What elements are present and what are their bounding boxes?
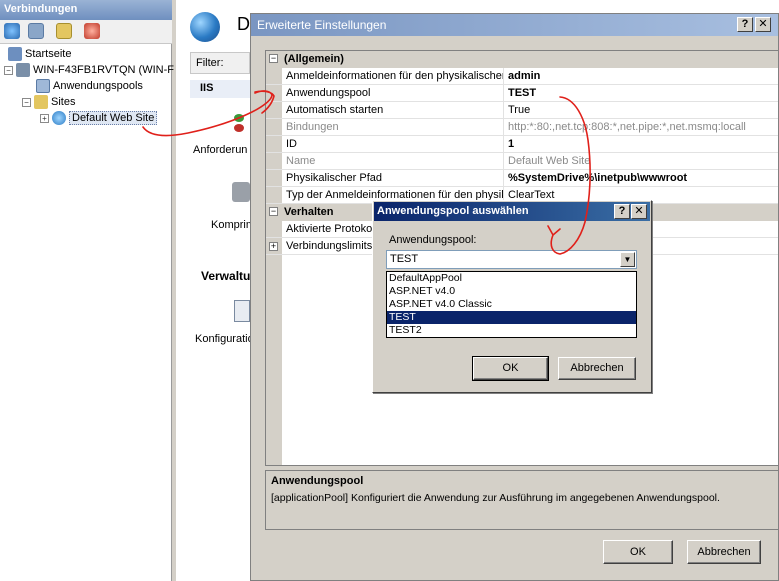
property-name: Name (284, 153, 504, 170)
property-name: Anmeldeinformationen für den physikalisc… (284, 68, 504, 85)
tree-item-app-pools[interactable]: Anwendungspools (36, 78, 143, 94)
property-value[interactable]: Default Web Site (506, 153, 778, 170)
property-row[interactable]: Anmeldeinformationen für den physikalisc… (266, 68, 778, 85)
property-row[interactable]: Automatisch starten True (266, 102, 778, 119)
description-panel: Anwendungspool [applicationPool] Konfigu… (265, 470, 779, 530)
property-row[interactable]: ID 1 (266, 136, 778, 153)
collapse-icon[interactable]: − (4, 65, 13, 75)
feature-configuration[interactable]: Konfiguratio (195, 333, 254, 345)
site-globe-icon (190, 12, 220, 42)
sites-folder-icon (34, 95, 48, 110)
collapse-icon[interactable]: − (269, 54, 278, 63)
property-value[interactable]: TEST (506, 85, 778, 102)
property-name: Automatisch starten (284, 102, 504, 119)
connections-pane: Verbindungen Startseite − WIN-F43FB1RVTQN… (0, 0, 174, 581)
close-icon[interactable]: ✕ (755, 17, 771, 32)
description-title: Anwendungspool (271, 475, 364, 487)
filter-label: Filter: (196, 57, 224, 69)
pool-option[interactable]: TEST (387, 311, 636, 324)
app-pool-combobox[interactable]: TEST ▼ (386, 250, 637, 269)
combobox-value: TEST (390, 253, 419, 265)
app-pools-icon (36, 79, 50, 94)
filter-bar: Filter: (190, 52, 250, 74)
property-value[interactable]: 1 (506, 136, 778, 153)
property-value[interactable]: %SystemDrive%\inetpub\wwwroot (506, 170, 778, 187)
property-row[interactable]: Name Default Web Site (266, 153, 778, 170)
status-ok-icon (234, 114, 244, 122)
property-row[interactable]: Anwendungspool TEST (266, 85, 778, 102)
expand-icon[interactable]: + (269, 242, 278, 251)
pool-option[interactable]: DefaultAppPool (387, 272, 636, 285)
pool-option[interactable]: ASP.NET v4.0 Classic (387, 298, 636, 311)
property-value[interactable]: True (506, 102, 778, 119)
app-pool-dropdown-list[interactable]: DefaultAppPool ASP.NET v4.0 ASP.NET v4.0 C… (386, 271, 637, 338)
connections-header: Verbindungen (0, 0, 172, 20)
dialog-title-bar: Erweiterte Einstellungen ? ✕ (251, 14, 778, 36)
server-icon (16, 63, 30, 78)
management-group-header: Verwaltu (201, 269, 251, 283)
globe-icon (52, 111, 66, 126)
up-folder-icon[interactable] (56, 23, 72, 39)
connect-globe-icon[interactable] (4, 23, 20, 39)
pool-option[interactable]: TEST2 (387, 324, 636, 337)
category-general[interactable]: − (Allgemein) (266, 51, 778, 68)
property-name: ID (284, 136, 504, 153)
property-row[interactable]: Bindungen http:*:80:,net.tcp:808:*,net.pi… (266, 119, 778, 136)
start-page-icon (8, 47, 22, 62)
help-icon[interactable]: ? (614, 204, 630, 219)
property-row[interactable]: Physikalischer Pfad %SystemDrive%\inetpub… (266, 170, 778, 187)
ok-button[interactable]: OK (603, 540, 673, 564)
configuration-icon (234, 300, 250, 322)
tree-item-default-web-site[interactable]: + Default Web Site (40, 110, 158, 126)
dropdown-arrow-icon[interactable]: ▼ (620, 252, 635, 267)
feature-compression[interactable]: Komprim (211, 219, 255, 231)
property-name: Bindungen (284, 119, 504, 136)
expand-icon[interactable]: + (40, 113, 49, 123)
property-name: Physikalischer Pfad (284, 170, 504, 187)
select-app-pool-dialog: Anwendungspool auswählen ? ✕ Anwendungsp… (372, 200, 652, 393)
tree-item-server[interactable]: − WIN-F43FB1RVTQN (WIN-F (4, 62, 174, 78)
page-title: D (237, 14, 250, 34)
pool-dialog-title: Anwendungspool auswählen (377, 205, 529, 217)
pool-ok-button[interactable]: OK (472, 356, 549, 381)
disconnect-icon[interactable] (84, 23, 100, 39)
tree-item-start-page[interactable]: Startseite (8, 46, 71, 62)
cancel-button[interactable]: Abbrechen (687, 540, 761, 564)
collapse-icon[interactable]: − (269, 207, 278, 216)
dialog-title: Erweiterte Einstellungen (257, 18, 387, 32)
feature-requests[interactable]: Anforderun (193, 144, 247, 156)
property-value[interactable]: admin (506, 68, 778, 85)
collapse-icon[interactable]: − (22, 97, 31, 107)
status-error-icon (234, 124, 244, 132)
property-value[interactable]: http:*:80:,net.tcp:808:*,net.pipe:*,net.… (506, 119, 778, 136)
property-name: Anwendungspool (284, 85, 504, 102)
iis-group-header[interactable]: IIS (190, 80, 250, 98)
compression-icon (232, 182, 250, 202)
connections-toolbar (0, 20, 172, 44)
pool-option[interactable]: ASP.NET v4.0 (387, 285, 636, 298)
pool-cancel-button[interactable]: Abbrechen (558, 357, 636, 380)
description-text: [applicationPool] Konfiguriert die Anwen… (271, 492, 720, 504)
pool-dialog-title-bar: Anwendungspool auswählen ? ✕ (374, 202, 650, 221)
pool-field-label: Anwendungspool: (389, 234, 477, 246)
tree-item-sites[interactable]: − Sites (22, 94, 75, 110)
help-icon[interactable]: ? (737, 17, 753, 32)
close-icon[interactable]: ✕ (631, 204, 647, 219)
save-icon[interactable] (28, 23, 44, 39)
